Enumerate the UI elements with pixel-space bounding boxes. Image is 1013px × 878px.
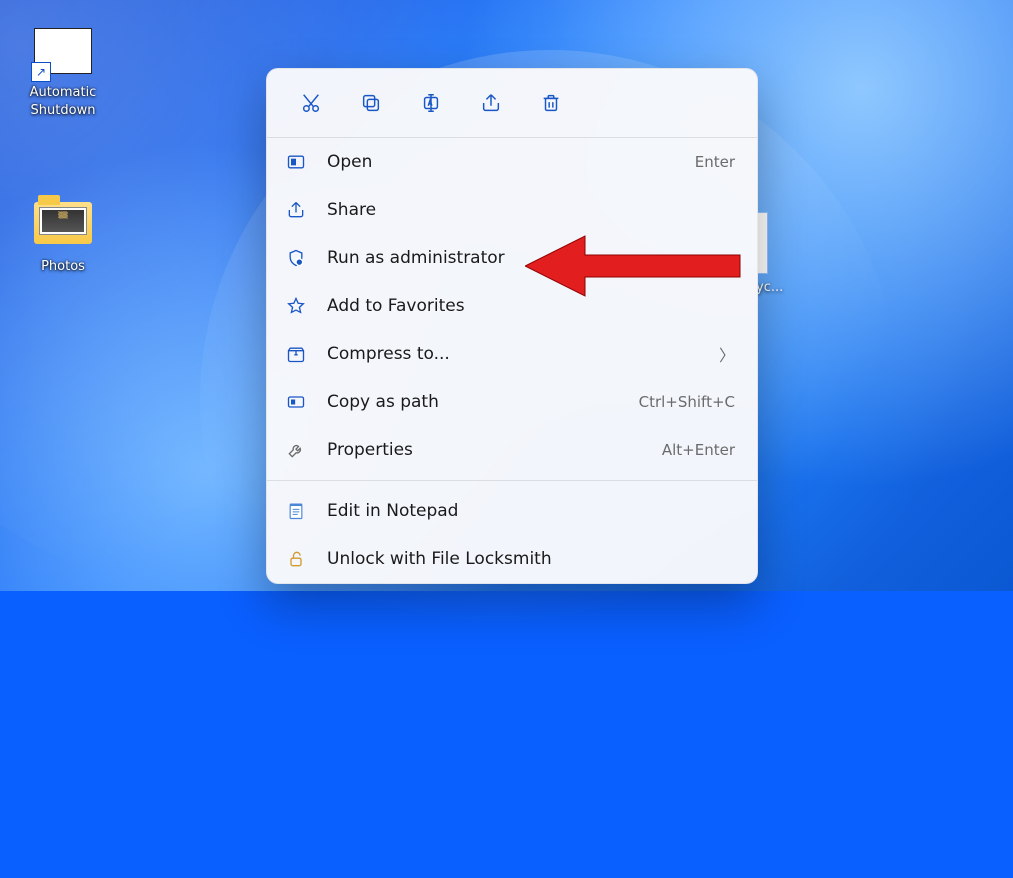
delete-icon [540, 92, 562, 114]
menu-item-copy-path[interactable]: Copy as path Ctrl+Shift+C [267, 378, 757, 426]
delete-button[interactable] [521, 81, 581, 125]
share-icon [480, 92, 502, 114]
shield-icon [285, 247, 307, 269]
menu-item-properties[interactable]: Properties Alt+Enter [267, 426, 757, 474]
wrench-icon [285, 439, 307, 461]
copy-icon [360, 92, 382, 114]
copy-path-icon [285, 391, 307, 413]
menu-item-label: Edit in Notepad [327, 501, 735, 521]
menu-item-label: Open [327, 152, 695, 172]
menu-item-favorites[interactable]: Add to Favorites [267, 282, 757, 330]
desktop-icon-label: Photos [41, 258, 85, 276]
menu-item-accelerator: Alt+Enter [662, 441, 735, 459]
cut-icon [300, 92, 322, 114]
rename-button[interactable] [401, 81, 461, 125]
menu-item-label: Run as administrator [327, 248, 735, 268]
rename-icon [420, 92, 442, 114]
menu-item-label: Properties [327, 440, 662, 460]
menu-item-accelerator: Ctrl+Shift+C [639, 393, 735, 411]
menu-item-run-as-admin[interactable]: Run as administrator [267, 234, 757, 282]
lock-open-icon [285, 548, 307, 570]
context-menu-toolbar [267, 69, 757, 138]
shortcut-arrow-icon: ↗ [31, 62, 51, 82]
menu-item-share[interactable]: Share [267, 186, 757, 234]
chevron-right-icon: 〉 [719, 342, 735, 366]
menu-item-label: Compress to... [327, 344, 719, 364]
menu-separator [267, 480, 757, 481]
star-icon [285, 295, 307, 317]
menu-item-compress[interactable]: Compress to... 〉 [267, 330, 757, 378]
open-icon [285, 151, 307, 173]
menu-item-label: Copy as path [327, 392, 639, 412]
context-menu: Open Enter Share Run as administrator [266, 68, 758, 584]
menu-item-edit-notepad[interactable]: Edit in Notepad [267, 487, 757, 535]
desktop-icon-automatic-shutdown[interactable]: ↗ Automatic Shutdown [18, 28, 108, 119]
desktop-icon-partial[interactable]: yc... [756, 212, 846, 295]
cut-button[interactable] [281, 81, 341, 125]
desktop-icon-label: yc... [756, 280, 846, 295]
folder-icon: ▒▒ [31, 202, 95, 252]
share-icon [285, 199, 307, 221]
zip-icon [285, 343, 307, 365]
menu-item-file-locksmith[interactable]: Unlock with File Locksmith [267, 535, 757, 583]
menu-item-label: Unlock with File Locksmith [327, 549, 735, 569]
desktop-icon-label: Automatic Shutdown [18, 84, 108, 119]
menu-item-label: Add to Favorites [327, 296, 735, 316]
copy-button[interactable] [341, 81, 401, 125]
share-button[interactable] [461, 81, 521, 125]
menu-item-accelerator: Enter [695, 153, 735, 171]
shortcut-document-icon: ↗ [31, 28, 95, 78]
menu-item-open[interactable]: Open Enter [267, 138, 757, 186]
menu-item-label: Share [327, 200, 735, 220]
notepad-icon [285, 500, 307, 522]
desktop-icon-photos[interactable]: ▒▒ Photos [18, 202, 108, 276]
